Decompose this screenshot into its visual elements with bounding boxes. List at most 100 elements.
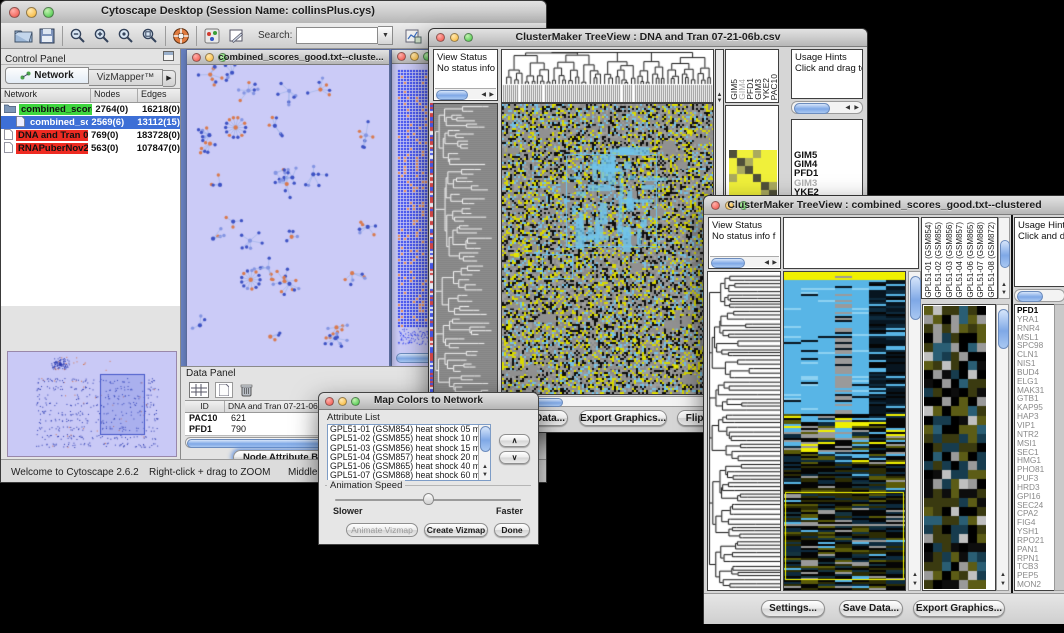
open-folder-icon[interactable] bbox=[11, 25, 35, 47]
row-id: PAC10 bbox=[185, 413, 225, 424]
network-overview-canvas[interactable] bbox=[8, 352, 174, 454]
edges-count: 107847(0) bbox=[134, 143, 180, 154]
search-input[interactable] bbox=[296, 27, 378, 44]
scroll-down-icon[interactable]: ▼ bbox=[912, 581, 918, 587]
float-panel-icon[interactable] bbox=[163, 51, 174, 61]
network-tab-icon bbox=[20, 71, 31, 80]
tv2-heatmap-panel bbox=[783, 271, 906, 591]
usage-hints-text: Click and drag to bbox=[792, 63, 862, 74]
attribute-listbox[interactable]: GPL51-01 (GSM854) heat shock 05 minGPL51… bbox=[327, 424, 491, 481]
close-button[interactable] bbox=[397, 52, 406, 61]
close-button[interactable] bbox=[192, 53, 201, 62]
minimize-button[interactable] bbox=[26, 7, 37, 18]
h-scrollbar-thumb[interactable] bbox=[1017, 291, 1043, 302]
window-title: Cytoscape Desktop (Session Name: collins… bbox=[101, 5, 546, 17]
scroll-right-icon[interactable]: ▶ bbox=[772, 260, 777, 266]
row-dendrogram-canvas[interactable] bbox=[708, 272, 780, 590]
control-panel: Control Panel Network VizMapper™ ▶ Netwo… bbox=[1, 49, 181, 459]
h-scrollbar-thumb[interactable] bbox=[436, 90, 468, 100]
view-status-title: View Status bbox=[709, 218, 780, 231]
network-table-row[interactable]: combined_sco2569(6)13112(15) bbox=[1, 116, 180, 129]
scroll-down-icon[interactable]: ▼ bbox=[716, 98, 723, 104]
tab-network[interactable]: Network bbox=[5, 67, 89, 84]
speed-slider-thumb[interactable] bbox=[423, 493, 434, 505]
heatmap-canvas[interactable] bbox=[784, 272, 905, 590]
table-grid-icon[interactable] bbox=[189, 382, 209, 398]
tv2-column-labels-panel: GPL51-01 (GSM854)GPL51-02 (GSM855)GPL51-… bbox=[921, 217, 998, 299]
attr-v-scrollbar: ▲ ▼ bbox=[478, 425, 490, 480]
tv2-divider bbox=[1011, 215, 1013, 621]
export-graphics-button[interactable]: Export Graphics... bbox=[579, 410, 667, 426]
help-lifesaver-icon[interactable] bbox=[169, 25, 193, 47]
treeview1-title-bar[interactable]: ClusterMaker TreeView : DNA and Tran 07-… bbox=[429, 29, 867, 47]
v-scrollbar-thumb[interactable] bbox=[998, 309, 1009, 349]
tab-vizmapper[interactable]: VizMapper™ bbox=[89, 69, 163, 86]
save-data-button[interactable]: Save Data... bbox=[839, 600, 903, 617]
minimize-button[interactable] bbox=[410, 52, 419, 61]
animate-vizmap-button[interactable]: Animate Vizmap bbox=[346, 523, 418, 537]
scroll-left-icon[interactable]: ◀ bbox=[845, 105, 850, 111]
network-window-1-title-bar[interactable]: combined_scores_good.txt--cluste... bbox=[187, 50, 389, 65]
network-table-row[interactable]: DNA and Tran 07769(0)183728(0) bbox=[1, 129, 180, 142]
trash-icon[interactable] bbox=[239, 382, 254, 398]
column-label: GIM4 bbox=[737, 79, 745, 100]
scroll-down-icon[interactable]: ▼ bbox=[1001, 290, 1007, 296]
slower-label: Slower bbox=[333, 506, 363, 516]
zoom-in-icon[interactable] bbox=[90, 25, 114, 47]
scroll-down-icon[interactable]: ▼ bbox=[1000, 581, 1006, 587]
save-icon[interactable] bbox=[35, 25, 59, 47]
scroll-up-icon[interactable]: ▲ bbox=[1000, 572, 1006, 578]
similarity-matrix-canvas[interactable] bbox=[729, 150, 777, 198]
zoom-fit-icon[interactable] bbox=[138, 25, 162, 47]
create-vizmap-button[interactable]: Create Vizmap bbox=[424, 523, 488, 537]
scroll-up-icon[interactable]: ▲ bbox=[482, 464, 488, 470]
scroll-up-icon[interactable]: ▲ bbox=[1001, 282, 1007, 288]
move-up-button[interactable]: ∧ bbox=[499, 434, 530, 447]
minimize-button[interactable] bbox=[205, 53, 214, 62]
new-document-icon[interactable] bbox=[215, 382, 233, 398]
v-scrollbar-thumb[interactable] bbox=[910, 276, 921, 320]
row-dendrogram-canvas[interactable] bbox=[434, 104, 497, 394]
network-table-row[interactable]: RNAPuberNov2+563(0)107847(0) bbox=[1, 142, 180, 155]
move-down-button[interactable]: ∨ bbox=[499, 451, 530, 464]
zoom-matrix-canvas[interactable] bbox=[924, 306, 986, 589]
column-dendrogram-canvas[interactable] bbox=[502, 50, 713, 102]
column-label: GPL51-08 (GSM872) bbox=[987, 222, 997, 298]
tab-overflow-button[interactable]: ▶ bbox=[163, 70, 176, 87]
tv1-heatmap-panel bbox=[501, 103, 714, 395]
vizmapper-icon[interactable] bbox=[200, 25, 224, 47]
tv2-column-tree-panel bbox=[783, 217, 919, 269]
h-scrollbar-thumb[interactable] bbox=[794, 103, 830, 114]
scroll-right-icon[interactable]: ▶ bbox=[854, 105, 859, 111]
scroll-left-icon[interactable]: ◀ bbox=[481, 92, 486, 98]
scroll-right-icon[interactable]: ▶ bbox=[489, 92, 494, 98]
control-panel-title: Control Panel bbox=[1, 54, 66, 65]
network-table-row[interactable]: combined_scores2764(0)16218(0) bbox=[1, 103, 180, 116]
close-button[interactable] bbox=[9, 7, 20, 18]
network-overview-icon[interactable] bbox=[401, 25, 425, 47]
scroll-left-icon[interactable]: ◀ bbox=[764, 260, 769, 266]
gene-label[interactable]: MON2 bbox=[1017, 580, 1054, 589]
h-scrollbar-thumb[interactable] bbox=[711, 258, 745, 268]
zoom-button[interactable] bbox=[43, 7, 54, 18]
desktop: Cytoscape Desktop (Session Name: collins… bbox=[0, 0, 1064, 633]
scroll-down-icon[interactable]: ▼ bbox=[482, 472, 488, 478]
column-label: GPL51-06 (GSM865) bbox=[966, 222, 976, 298]
treeview2-title-bar[interactable]: ClusterMaker TreeView : combined_scores_… bbox=[704, 196, 1064, 215]
zoom-selected-icon[interactable] bbox=[114, 25, 138, 47]
annotation-icon[interactable] bbox=[224, 25, 248, 47]
done-button[interactable]: Done bbox=[494, 523, 530, 537]
settings-button[interactable]: Settings... bbox=[761, 600, 825, 617]
dialog-title-bar[interactable]: Map Colors to Network bbox=[319, 393, 538, 410]
heatmap-canvas[interactable] bbox=[502, 104, 713, 394]
export-graphics-button[interactable]: Export Graphics... bbox=[913, 600, 1005, 617]
main-title-bar[interactable]: Cytoscape Desktop (Session Name: collins… bbox=[1, 1, 546, 24]
search-dropdown-button[interactable]: ▼ bbox=[378, 26, 393, 45]
v-scrollbar-thumb[interactable] bbox=[1000, 240, 1010, 268]
network-view-canvas[interactable] bbox=[187, 65, 387, 366]
network-overview-panel[interactable] bbox=[7, 351, 177, 457]
zoom-out-icon[interactable] bbox=[66, 25, 90, 47]
animation-group: Animation Speed Slower Faster bbox=[325, 485, 531, 518]
v-scrollbar-thumb[interactable] bbox=[480, 426, 491, 452]
scroll-up-icon[interactable]: ▲ bbox=[912, 572, 918, 578]
